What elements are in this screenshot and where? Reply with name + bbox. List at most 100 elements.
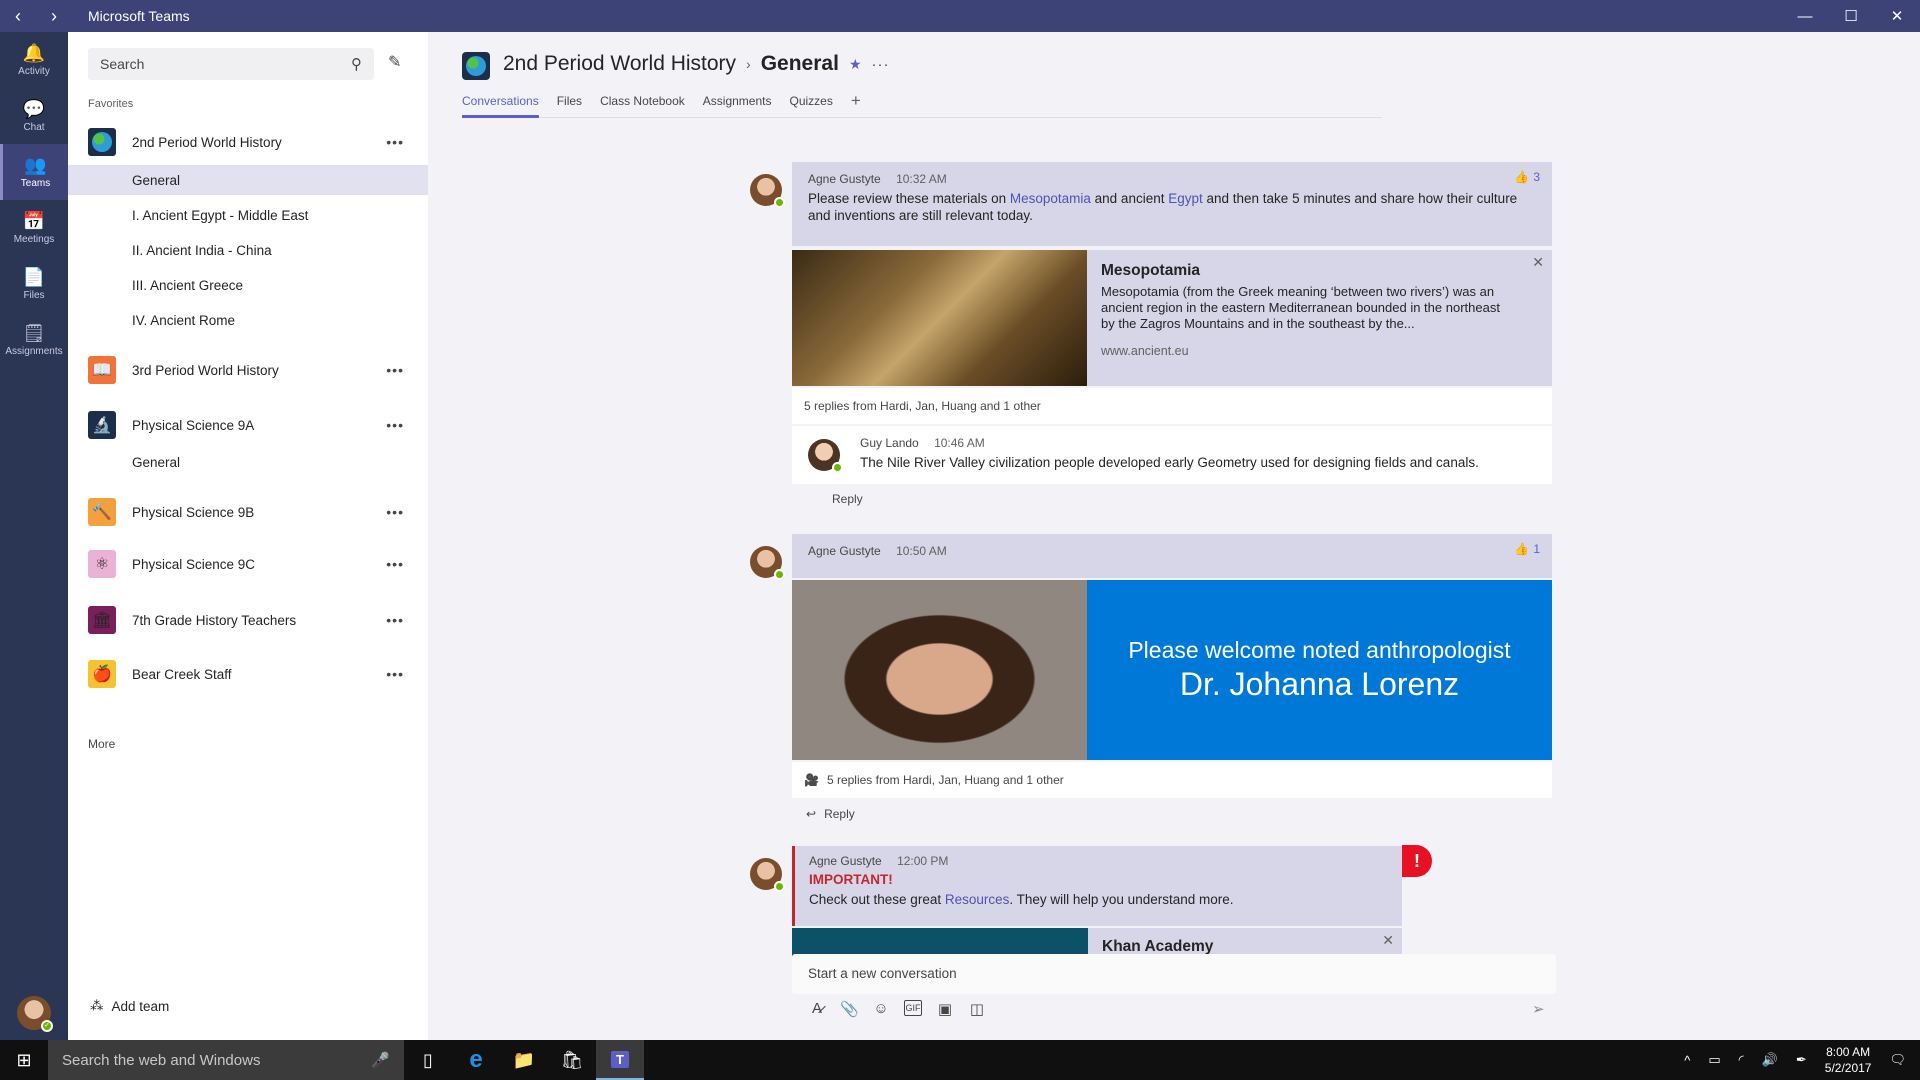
team-7th-grade-history-teachers[interactable]: 🏛 7th Grade History Teachers ••• [68, 600, 428, 640]
link-mesopotamia[interactable]: Mesopotamia [1010, 191, 1091, 206]
tab-conversations[interactable]: Conversations [462, 92, 539, 118]
reply-button[interactable]: ↩ Reply [792, 799, 1552, 829]
breadcrumb-team[interactable]: 2nd Period World History [503, 52, 736, 76]
message-author[interactable]: Agne Gustyte [808, 544, 881, 558]
like-button[interactable]: 👍 3 [1514, 170, 1540, 184]
link-resources[interactable]: Resources [945, 892, 1010, 907]
channel-ancient-greece[interactable]: III. Ancient Greece [68, 270, 428, 300]
rail-item-files[interactable]: 📄 Files [0, 256, 68, 312]
replies-summary[interactable]: 🎥 5 replies from Hardi, Jan, Huang and 1… [792, 762, 1552, 798]
more-options-icon[interactable]: ••• [386, 417, 404, 433]
forward-button[interactable]: › [36, 6, 72, 27]
taskbar-search-placeholder: Search the web and Windows [62, 1051, 261, 1069]
team-name: Physical Science 9B [132, 504, 255, 520]
add-team-button[interactable]: ⁂ Add team [90, 998, 169, 1014]
pen-icon[interactable]: ✒ [1796, 1052, 1807, 1068]
file-explorer-icon[interactable]: 📁 [500, 1040, 548, 1080]
gif-icon[interactable]: GIF [904, 1000, 922, 1016]
team-2nd-period-world-history[interactable]: 2nd Period World History ••• [68, 122, 428, 162]
card-url[interactable]: www.ancient.eu [1101, 344, 1538, 358]
teams-app-icon[interactable]: T [596, 1040, 644, 1080]
replies-summary[interactable]: 5 replies from Hardi, Jan, Huang and 1 o… [792, 388, 1552, 424]
avatar[interactable] [750, 546, 785, 580]
new-chat-icon[interactable]: ✎ [388, 52, 401, 72]
add-team-label: Add team [111, 998, 170, 1014]
minimize-button[interactable]: — [1782, 0, 1828, 32]
store-icon[interactable]: 🛍 [548, 1040, 596, 1080]
team-physical-science-9a[interactable]: 🔬 Physical Science 9A ••• [68, 405, 428, 445]
message-author[interactable]: Guy Lando [860, 436, 919, 450]
chevron-up-icon[interactable]: ^ [1684, 1053, 1690, 1068]
rail-item-activity[interactable]: 🔔 Activity [0, 32, 68, 88]
rail-item-meetings[interactable]: 📅 Meetings [0, 200, 68, 256]
more-teams-link[interactable]: More [88, 737, 115, 751]
battery-icon[interactable]: ▭ [1708, 1052, 1720, 1068]
channel-ancient-egypt[interactable]: I. Ancient Egypt - Middle East [68, 200, 428, 230]
more-options-icon[interactable]: ••• [386, 556, 404, 572]
add-tab-icon[interactable]: + [851, 92, 861, 118]
message-author[interactable]: Agne Gustyte [808, 172, 881, 186]
avatar[interactable] [808, 439, 843, 473]
team-name: 2nd Period World History [132, 134, 282, 150]
emoji-icon[interactable]: ☺ [872, 1000, 890, 1018]
more-options-icon[interactable]: ••• [386, 612, 404, 628]
meet-now-icon[interactable]: ◫ [968, 1000, 986, 1018]
more-options-icon[interactable]: ••• [386, 134, 404, 150]
team-name: Physical Science 9C [132, 556, 256, 572]
microscope-icon: 🔬 [88, 411, 116, 439]
microphone-icon[interactable]: 🎤 [371, 1051, 390, 1069]
rail-item-teams[interactable]: 👥 Teams [0, 144, 68, 200]
breadcrumb: 2nd Period World History › General ★ ··· [503, 52, 890, 76]
tab-assignments[interactable]: Assignments [703, 92, 772, 118]
avatar[interactable] [750, 858, 785, 892]
sticker-icon[interactable]: ▣ [936, 1000, 954, 1018]
format-icon[interactable]: A̷ [808, 1000, 826, 1018]
volume-icon[interactable]: 🔊 [1762, 1052, 1778, 1068]
team-physical-science-9c[interactable]: ⚛ Physical Science 9C ••• [68, 544, 428, 584]
wifi-icon[interactable]: ◜ [1739, 1052, 1744, 1068]
rail-item-chat[interactable]: 💬 Chat [0, 88, 68, 144]
reply-button[interactable]: Reply [792, 484, 1552, 514]
clock[interactable]: 8:00 AM 5/2/2017 [1825, 1044, 1872, 1076]
more-options-icon[interactable]: ••• [386, 666, 404, 682]
start-button[interactable]: ⊞ [0, 1040, 48, 1080]
search-icon[interactable]: ⚲ [351, 55, 362, 73]
rail-item-assignments[interactable]: 🗒 Assignments [0, 312, 68, 368]
channel-ancient-india[interactable]: II. Ancient India - China [68, 235, 428, 265]
close-icon[interactable]: ✕ [1532, 254, 1544, 271]
team-3rd-period-world-history[interactable]: 📖 3rd Period World History ••• [68, 350, 428, 390]
link-preview-card[interactable]: Mesopotamia Mesopotamia (from the Greek … [792, 250, 1552, 386]
tab-files[interactable]: Files [557, 92, 582, 118]
replies-text: 5 replies from Hardi, Jan, Huang and 1 o… [826, 773, 1064, 787]
team-bear-creek-staff[interactable]: 🍎 Bear Creek Staff ••• [68, 654, 428, 694]
tab-class-notebook[interactable]: Class Notebook [600, 92, 685, 118]
message-author[interactable]: Agne Gustyte [809, 854, 882, 868]
channel-general[interactable]: General [68, 447, 428, 477]
edge-icon[interactable]: e [452, 1040, 500, 1080]
more-options-icon[interactable]: ••• [386, 504, 404, 520]
close-icon[interactable]: ✕ [1382, 932, 1394, 949]
avatar[interactable] [750, 174, 785, 208]
task-view-icon[interactable]: ▯ [404, 1040, 452, 1080]
link-egypt[interactable]: Egypt [1168, 191, 1203, 206]
attach-icon[interactable]: 📎 [840, 1000, 859, 1018]
taskbar-search-input[interactable]: Search the web and Windows 🎤 [48, 1040, 404, 1080]
like-button[interactable]: 👍 1 [1514, 542, 1540, 556]
channel-ancient-rome[interactable]: IV. Ancient Rome [68, 305, 428, 335]
maximize-button[interactable]: ☐ [1828, 0, 1874, 32]
search-input[interactable]: Search ⚲ [88, 48, 374, 80]
rail-label: Chat [23, 122, 45, 133]
video-icon: 🎥 [804, 773, 819, 787]
close-button[interactable]: ✕ [1874, 0, 1920, 32]
new-conversation-input[interactable]: Start a new conversation [792, 954, 1556, 994]
send-icon[interactable]: ➢ [1532, 1000, 1545, 1018]
back-button[interactable]: ‹ [0, 6, 36, 27]
favorite-star-icon[interactable]: ★ [849, 56, 862, 73]
action-center-icon[interactable]: 🗨 [1889, 1052, 1906, 1068]
tab-quizzes[interactable]: Quizzes [789, 92, 832, 118]
channel-general[interactable]: General [68, 165, 428, 195]
channel-more-icon[interactable]: ··· [872, 56, 890, 73]
more-options-icon[interactable]: ••• [386, 362, 404, 378]
team-physical-science-9b[interactable]: 🔨 Physical Science 9B ••• [68, 492, 428, 532]
user-avatar[interactable]: ✓ [17, 996, 53, 1032]
